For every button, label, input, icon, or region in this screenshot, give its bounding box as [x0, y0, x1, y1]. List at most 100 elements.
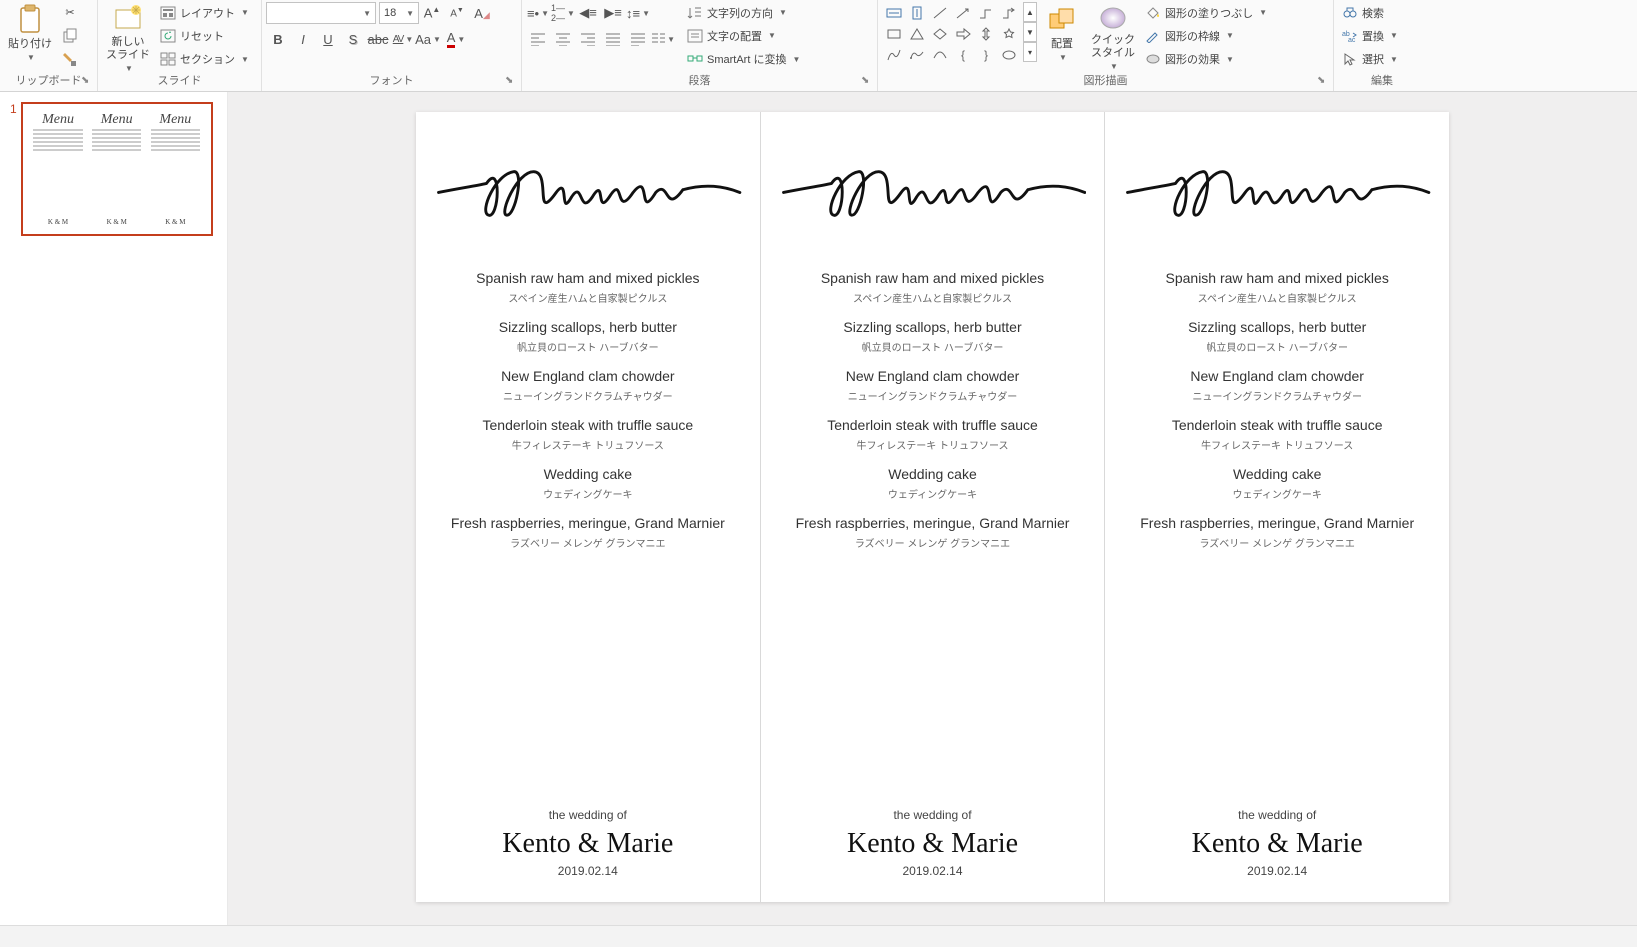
replace-button[interactable]: abac 置換▼ — [1338, 25, 1402, 46]
new-slide-label: 新しい スライド — [106, 36, 150, 62]
shadow-button[interactable]: S — [341, 28, 365, 50]
menu-title — [434, 142, 742, 252]
align-left-icon — [530, 32, 546, 46]
line-spacing-button[interactable]: ↕≡▼ — [626, 2, 650, 24]
select-label: 選択 — [1362, 51, 1384, 67]
indent-icon: ▶≡ — [604, 5, 622, 21]
menu-item-en: Wedding cake — [1233, 466, 1322, 482]
shape-freeform[interactable] — [906, 45, 928, 65]
gallery-down-button[interactable]: ▼ — [1023, 22, 1037, 42]
slide-thumbnail-1[interactable]: Menu K & M Menu K & M Menu K & M — [21, 102, 213, 236]
thumbnail-number: 1 — [10, 102, 17, 116]
bold-button[interactable]: B — [266, 28, 290, 50]
decrease-font-button[interactable]: A▼ — [445, 2, 469, 24]
columns-icon — [651, 32, 665, 46]
chevron-down-icon: ▼ — [27, 53, 35, 62]
slide-canvas[interactable]: Spanish raw ham and mixed picklesスペイン産生ハ… — [416, 112, 1449, 902]
new-slide-button[interactable]: 新しい スライド ▼ — [102, 2, 154, 70]
shape-line-arrow[interactable] — [952, 3, 974, 23]
couple-names: Kento & Marie — [502, 828, 673, 860]
justify-button[interactable] — [601, 28, 625, 50]
shape-connector[interactable] — [975, 3, 997, 23]
numbering-button[interactable]: 1—2—▼ — [551, 2, 575, 24]
paste-label: 貼り付け — [8, 38, 52, 51]
align-left-button[interactable] — [526, 28, 550, 50]
menu-item: Fresh raspberries, meringue, Grand Marni… — [796, 515, 1070, 550]
menu-item: Wedding cakeウェディングケーキ — [888, 466, 977, 501]
underline-button[interactable]: U — [316, 28, 340, 50]
copy-button[interactable] — [58, 25, 82, 46]
shape-triangle[interactable] — [906, 24, 928, 44]
paste-button[interactable]: 貼り付け ▼ — [4, 2, 56, 70]
shape-brace-l[interactable]: { — [952, 45, 974, 65]
replace-icon: abac — [1342, 28, 1358, 44]
dialog-launcher-icon[interactable]: ⬊ — [505, 75, 519, 89]
menu-item-jp: スペイン産生ハムと自家製ピクルス — [1166, 290, 1389, 305]
align-text-button[interactable]: 文字の配置▼ — [683, 25, 804, 46]
layout-button[interactable]: レイアウト▼ — [156, 2, 253, 23]
quick-styles-button[interactable]: クイック スタイル ▼ — [1087, 2, 1139, 70]
increase-indent-button[interactable]: ▶≡ — [601, 2, 625, 24]
shape-oval[interactable] — [998, 45, 1020, 65]
shape-gallery[interactable]: { } — [882, 2, 1021, 66]
menu-item: Tenderloin steak with truffle sauce牛フィレス… — [827, 417, 1038, 452]
smartart-button[interactable]: SmartArt に変換▼ — [683, 49, 804, 70]
font-name-combo[interactable]: ▼ — [266, 2, 376, 24]
shape-connector-arrow[interactable] — [998, 3, 1020, 23]
text-direction-button[interactable]: 文字列の方向▼ — [683, 2, 804, 23]
italic-button[interactable]: I — [291, 28, 315, 50]
gallery-more-button[interactable]: ▾ — [1023, 42, 1037, 62]
decrease-indent-button[interactable]: ◀≡ — [576, 2, 600, 24]
shape-outline-button[interactable]: 図形の枠線▼ — [1141, 25, 1271, 46]
cut-button[interactable]: ✂ — [58, 2, 82, 23]
menu-item: Sizzling scallops, herb butter帆立貝のロースト ハ… — [1188, 319, 1366, 354]
menu-item-jp: 牛フィレステーキ トリュフソース — [827, 437, 1038, 452]
slide-edit-area[interactable]: Spanish raw ham and mixed picklesスペイン産生ハ… — [228, 92, 1637, 925]
arrange-button[interactable]: 配置 ▼ — [1039, 2, 1085, 70]
clear-formatting-button[interactable]: A◢ — [470, 2, 494, 24]
shape-arrow-right[interactable] — [952, 24, 974, 44]
dialog-launcher-icon[interactable]: ⬊ — [861, 75, 875, 89]
shape-rectangle[interactable] — [883, 24, 905, 44]
strike-button[interactable]: abc — [366, 28, 390, 50]
shape-fill-button[interactable]: 図形の塗りつぶし▼ — [1141, 2, 1271, 23]
replace-label: 置換 — [1362, 28, 1384, 44]
shape-arc[interactable] — [929, 45, 951, 65]
dialog-launcher-icon[interactable]: ⬊ — [81, 75, 95, 89]
bullets-icon: ≡• — [527, 6, 539, 21]
group-paragraph-label: 段落 — [522, 71, 877, 91]
columns-button[interactable]: ▼ — [651, 28, 675, 50]
shape-arrow-updown[interactable] — [975, 24, 997, 44]
font-size-combo[interactable]: 18 ▼ — [379, 2, 419, 24]
section-button[interactable]: セクション▼ — [156, 49, 253, 70]
line-spacing-icon: ↕≡ — [626, 6, 640, 21]
shape-diamond[interactable] — [929, 24, 951, 44]
shape-textbox-h[interactable] — [883, 3, 905, 23]
menu-item: New England clam chowderニューイングランドクラムチャウダ… — [501, 368, 675, 403]
reset-button[interactable]: リセット — [156, 25, 253, 46]
menu-item-en: Fresh raspberries, meringue, Grand Marni… — [451, 515, 725, 531]
format-painter-button[interactable] — [58, 49, 82, 70]
dialog-launcher-icon[interactable]: ⬊ — [1317, 75, 1331, 89]
shape-brace-r[interactable]: } — [975, 45, 997, 65]
bullets-button[interactable]: ≡•▼ — [526, 2, 550, 24]
shape-line[interactable] — [929, 3, 951, 23]
char-spacing-button[interactable]: AV▼ — [391, 28, 415, 50]
menu-item-en: Sizzling scallops, herb butter — [499, 319, 677, 335]
distribute-button[interactable] — [626, 28, 650, 50]
find-button[interactable]: 検索 — [1338, 2, 1402, 23]
smartart-icon — [687, 51, 703, 67]
align-right-button[interactable] — [576, 28, 600, 50]
font-color-button[interactable]: A▼ — [441, 28, 471, 50]
change-case-button[interactable]: Aa▼ — [416, 28, 440, 50]
gallery-up-button[interactable]: ▲ — [1023, 2, 1037, 22]
align-center-button[interactable] — [551, 28, 575, 50]
shape-textbox-v[interactable] — [906, 3, 928, 23]
select-button[interactable]: 選択▼ — [1338, 49, 1402, 70]
menu-item-jp: ニューイングランドクラムチャウダー — [501, 388, 675, 403]
increase-font-button[interactable]: A▲ — [420, 2, 444, 24]
shape-star[interactable] — [998, 24, 1020, 44]
shape-curve[interactable] — [883, 45, 905, 65]
outdent-icon: ◀≡ — [579, 5, 597, 21]
shape-effects-button[interactable]: 図形の効果▼ — [1141, 49, 1271, 70]
